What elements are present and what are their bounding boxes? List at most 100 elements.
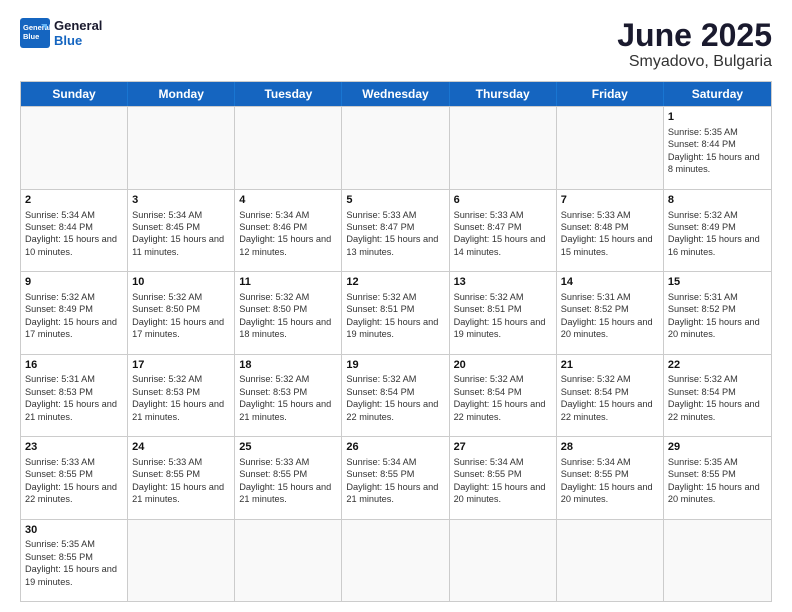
day-number: 3 (132, 193, 230, 208)
day-number: 11 (239, 275, 337, 290)
table-row (21, 107, 128, 188)
calendar-week-1: 1Sunrise: 5:35 AMSunset: 8:44 PMDaylight… (21, 106, 771, 188)
table-row: 13Sunrise: 5:32 AMSunset: 8:51 PMDayligh… (450, 272, 557, 353)
daylight-text: Daylight: 15 hours and 10 minutes. (25, 234, 117, 256)
daylight-text: Daylight: 15 hours and 8 minutes. (668, 152, 760, 174)
day-number: 23 (25, 440, 123, 455)
sunset-text: Sunset: 8:44 PM (25, 222, 93, 232)
day-number: 19 (346, 358, 444, 373)
table-row: 30Sunrise: 5:35 AMSunset: 8:55 PMDayligh… (21, 520, 128, 601)
sunset-text: Sunset: 8:55 PM (25, 552, 93, 562)
table-row (450, 520, 557, 601)
day-number: 27 (454, 440, 552, 455)
daylight-text: Daylight: 15 hours and 19 minutes. (346, 317, 438, 339)
table-row: 25Sunrise: 5:33 AMSunset: 8:55 PMDayligh… (235, 437, 342, 518)
table-row: 5Sunrise: 5:33 AMSunset: 8:47 PMDaylight… (342, 190, 449, 271)
daylight-text: Daylight: 15 hours and 12 minutes. (239, 234, 331, 256)
calendar-body: 1Sunrise: 5:35 AMSunset: 8:44 PMDaylight… (21, 106, 771, 601)
sunrise-text: Sunrise: 5:33 AM (239, 457, 309, 467)
sunset-text: Sunset: 8:54 PM (346, 387, 414, 397)
day-number: 30 (25, 523, 123, 538)
sunset-text: Sunset: 8:53 PM (25, 387, 93, 397)
daylight-text: Daylight: 15 hours and 14 minutes. (454, 234, 546, 256)
sunset-text: Sunset: 8:49 PM (25, 304, 93, 314)
sunset-text: Sunset: 8:55 PM (239, 469, 307, 479)
daylight-text: Daylight: 15 hours and 21 minutes. (132, 482, 224, 504)
sunset-text: Sunset: 8:53 PM (132, 387, 200, 397)
day-number: 8 (668, 193, 767, 208)
sunset-text: Sunset: 8:55 PM (668, 469, 736, 479)
table-row (235, 520, 342, 601)
day-number: 20 (454, 358, 552, 373)
daylight-text: Daylight: 15 hours and 20 minutes. (668, 482, 760, 504)
day-number: 5 (346, 193, 444, 208)
sunrise-text: Sunrise: 5:31 AM (561, 292, 631, 302)
sunrise-text: Sunrise: 5:32 AM (668, 210, 738, 220)
sunset-text: Sunset: 8:55 PM (454, 469, 522, 479)
daylight-text: Daylight: 15 hours and 21 minutes. (239, 399, 331, 421)
header-saturday: Saturday (664, 82, 771, 106)
sunrise-text: Sunrise: 5:32 AM (346, 292, 416, 302)
table-row: 15Sunrise: 5:31 AMSunset: 8:52 PMDayligh… (664, 272, 771, 353)
sunrise-text: Sunrise: 5:34 AM (25, 210, 95, 220)
daylight-text: Daylight: 15 hours and 18 minutes. (239, 317, 331, 339)
calendar-title: June 2025 (617, 18, 772, 53)
sunrise-text: Sunrise: 5:34 AM (561, 457, 631, 467)
sunrise-text: Sunrise: 5:33 AM (25, 457, 95, 467)
sunset-text: Sunset: 8:46 PM (239, 222, 307, 232)
sunset-text: Sunset: 8:54 PM (454, 387, 522, 397)
calendar-header-row: Sunday Monday Tuesday Wednesday Thursday… (21, 82, 771, 106)
table-row: 22Sunrise: 5:32 AMSunset: 8:54 PMDayligh… (664, 355, 771, 436)
day-number: 14 (561, 275, 659, 290)
calendar-week-3: 9Sunrise: 5:32 AMSunset: 8:49 PMDaylight… (21, 271, 771, 353)
sunrise-text: Sunrise: 5:35 AM (668, 127, 738, 137)
sunrise-text: Sunrise: 5:35 AM (25, 539, 95, 549)
sunrise-text: Sunrise: 5:33 AM (454, 210, 524, 220)
daylight-text: Daylight: 15 hours and 22 minutes. (561, 399, 653, 421)
table-row: 21Sunrise: 5:32 AMSunset: 8:54 PMDayligh… (557, 355, 664, 436)
table-row: 14Sunrise: 5:31 AMSunset: 8:52 PMDayligh… (557, 272, 664, 353)
sunrise-text: Sunrise: 5:33 AM (346, 210, 416, 220)
daylight-text: Daylight: 15 hours and 21 minutes. (239, 482, 331, 504)
table-row: 7Sunrise: 5:33 AMSunset: 8:48 PMDaylight… (557, 190, 664, 271)
day-number: 15 (668, 275, 767, 290)
day-number: 22 (668, 358, 767, 373)
table-row: 4Sunrise: 5:34 AMSunset: 8:46 PMDaylight… (235, 190, 342, 271)
table-row: 29Sunrise: 5:35 AMSunset: 8:55 PMDayligh… (664, 437, 771, 518)
sunset-text: Sunset: 8:54 PM (561, 387, 629, 397)
sunset-text: Sunset: 8:51 PM (454, 304, 522, 314)
sunset-text: Sunset: 8:44 PM (668, 139, 736, 149)
table-row (450, 107, 557, 188)
day-number: 16 (25, 358, 123, 373)
calendar-week-2: 2Sunrise: 5:34 AMSunset: 8:44 PMDaylight… (21, 189, 771, 271)
sunrise-text: Sunrise: 5:32 AM (668, 374, 738, 384)
daylight-text: Daylight: 15 hours and 11 minutes. (132, 234, 224, 256)
table-row: 16Sunrise: 5:31 AMSunset: 8:53 PMDayligh… (21, 355, 128, 436)
page-header: General Blue General Blue June 2025 Smya… (20, 18, 772, 71)
logo-icon: General Blue (20, 18, 50, 48)
table-row (664, 520, 771, 601)
daylight-text: Daylight: 15 hours and 15 minutes. (561, 234, 653, 256)
day-number: 6 (454, 193, 552, 208)
title-block: June 2025 Smyadovo, Bulgaria (617, 18, 772, 71)
sunrise-text: Sunrise: 5:31 AM (25, 374, 95, 384)
table-row: 3Sunrise: 5:34 AMSunset: 8:45 PMDaylight… (128, 190, 235, 271)
table-row (557, 520, 664, 601)
daylight-text: Daylight: 15 hours and 13 minutes. (346, 234, 438, 256)
table-row: 2Sunrise: 5:34 AMSunset: 8:44 PMDaylight… (21, 190, 128, 271)
sunrise-text: Sunrise: 5:31 AM (668, 292, 738, 302)
table-row (342, 107, 449, 188)
sunrise-text: Sunrise: 5:32 AM (132, 292, 202, 302)
header-monday: Monday (128, 82, 235, 106)
sunset-text: Sunset: 8:47 PM (454, 222, 522, 232)
day-number: 17 (132, 358, 230, 373)
day-number: 29 (668, 440, 767, 455)
header-wednesday: Wednesday (342, 82, 449, 106)
day-number: 28 (561, 440, 659, 455)
sunset-text: Sunset: 8:48 PM (561, 222, 629, 232)
sunrise-text: Sunrise: 5:32 AM (25, 292, 95, 302)
day-number: 7 (561, 193, 659, 208)
table-row: 8Sunrise: 5:32 AMSunset: 8:49 PMDaylight… (664, 190, 771, 271)
logo: General Blue General Blue (20, 18, 102, 48)
calendar-subtitle: Smyadovo, Bulgaria (617, 53, 772, 71)
